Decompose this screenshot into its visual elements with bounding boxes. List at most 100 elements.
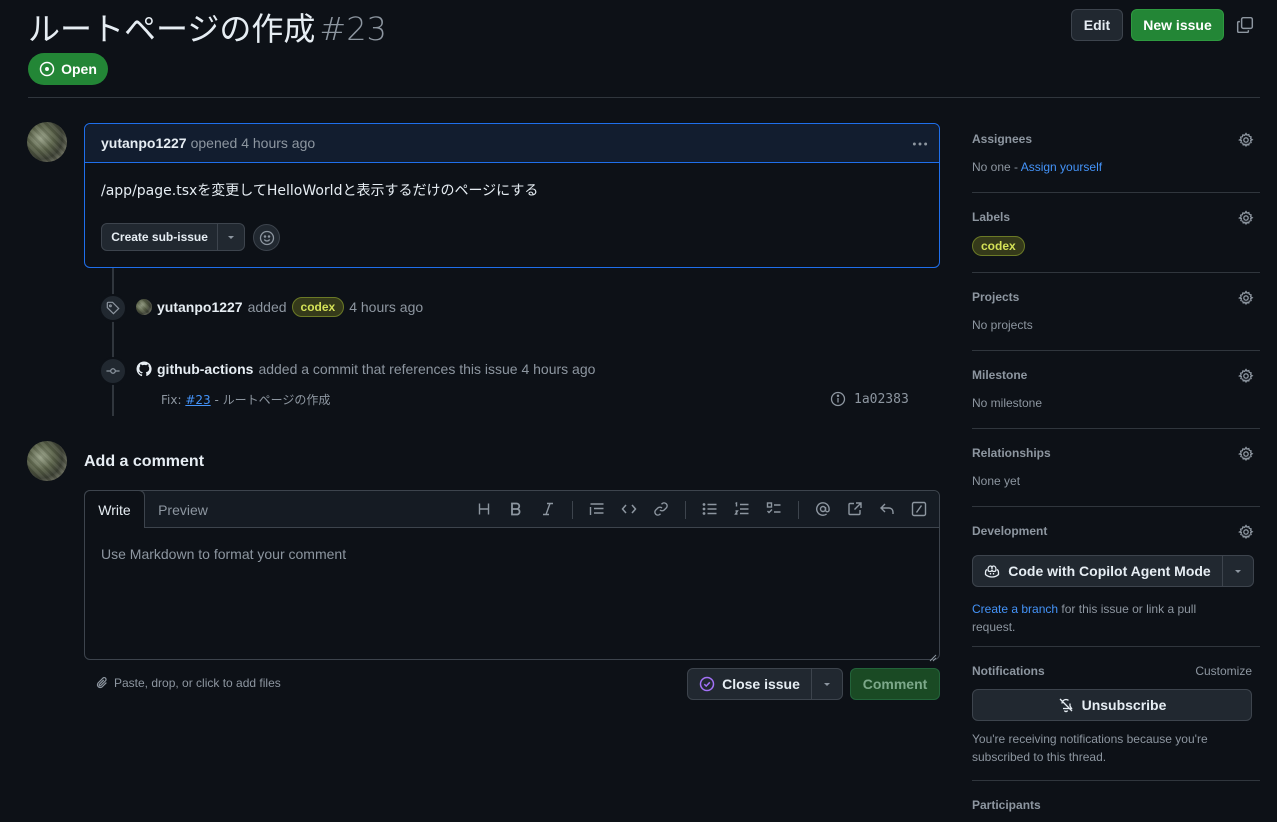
cross-reference-icon[interactable] bbox=[846, 500, 864, 518]
commit-sha[interactable]: 1a02383 bbox=[854, 392, 909, 407]
attach-files[interactable]: Paste, drop, or click to add files bbox=[95, 676, 281, 690]
commit-icon bbox=[99, 357, 127, 385]
tag-icon bbox=[99, 294, 127, 322]
sidebar-heading: Labels bbox=[972, 210, 1011, 224]
ordered-list-icon[interactable] bbox=[733, 500, 751, 518]
copy-link-icon[interactable] bbox=[1236, 16, 1254, 34]
slash-commands-icon[interactable] bbox=[910, 500, 928, 518]
sidebar-divider bbox=[972, 646, 1260, 647]
sidebar-heading: Assignees bbox=[972, 132, 1033, 146]
gear-icon[interactable] bbox=[1238, 524, 1254, 540]
issue-comment: yutanpo1227 opened 4 hours ago /app/page… bbox=[84, 123, 940, 268]
paperclip-icon bbox=[96, 677, 107, 689]
event-author[interactable]: github-actions bbox=[157, 361, 253, 377]
label-event: yutanpo1227 added codex 4 hours ago bbox=[136, 297, 423, 317]
unsubscribe-button[interactable]: Unsubscribe bbox=[972, 689, 1252, 721]
create-branch-link[interactable]: Create a branch bbox=[972, 602, 1058, 616]
close-issue-label[interactable]: Close issue bbox=[722, 676, 800, 692]
event-action: added a commit that references this issu… bbox=[258, 361, 596, 377]
bold-icon[interactable] bbox=[507, 500, 525, 518]
sidebar-projects: Projects No projects bbox=[972, 290, 1260, 332]
copilot-label[interactable]: Code with Copilot Agent Mode bbox=[1008, 563, 1210, 579]
attach-label[interactable]: Paste, drop, or click to add files bbox=[114, 676, 281, 690]
chevron-down-icon[interactable] bbox=[812, 669, 842, 699]
github-mark-icon bbox=[136, 361, 152, 377]
task-list-icon[interactable] bbox=[765, 500, 783, 518]
label-codex[interactable]: codex bbox=[291, 297, 345, 317]
issue-link[interactable]: #23 bbox=[185, 393, 210, 407]
new-issue-button[interactable]: New issue bbox=[1131, 9, 1224, 41]
heading-icon[interactable] bbox=[475, 500, 493, 518]
quote-icon[interactable] bbox=[588, 500, 606, 518]
unordered-list-icon[interactable] bbox=[701, 500, 719, 518]
resize-handle-icon[interactable] bbox=[929, 649, 937, 662]
issue-title-text: ルートページの作成 bbox=[28, 10, 316, 48]
copilot-agent-button[interactable]: Code with Copilot Agent Mode bbox=[972, 555, 1254, 587]
italic-icon[interactable] bbox=[539, 500, 557, 518]
milestone-value: No milestone bbox=[972, 396, 1043, 410]
comment-body: /app/page.tsxを変更してHelloWorldと表示するだけのページに… bbox=[101, 183, 539, 199]
unsubscribe-label[interactable]: Unsubscribe bbox=[1082, 697, 1167, 713]
create-sub-issue-button[interactable]: Create sub-issue bbox=[101, 223, 245, 251]
edit-button[interactable]: Edit bbox=[1071, 9, 1123, 41]
sidebar-development: Development bbox=[972, 524, 1260, 540]
reply-icon[interactable] bbox=[878, 500, 896, 518]
copilot-icon bbox=[985, 565, 1000, 578]
gear-icon[interactable] bbox=[1238, 210, 1254, 226]
sidebar-labels: Labels codex bbox=[972, 210, 1260, 256]
mention-icon[interactable] bbox=[814, 500, 832, 518]
chevron-down-icon[interactable] bbox=[1223, 556, 1253, 586]
avatar[interactable] bbox=[27, 122, 67, 162]
event-author[interactable]: yutanpo1227 bbox=[157, 299, 243, 315]
kebab-menu-icon[interactable] bbox=[911, 135, 929, 153]
sidebar-milestone: Milestone No milestone bbox=[972, 368, 1260, 410]
status-badge: Open bbox=[28, 53, 108, 85]
customize-link[interactable]: Customize bbox=[1195, 664, 1252, 678]
comment-author[interactable]: yutanpo1227 bbox=[101, 135, 187, 151]
create-sub-issue-label[interactable]: Create sub-issue bbox=[102, 224, 219, 250]
close-issue-main[interactable]: Close issue bbox=[688, 669, 812, 699]
gear-icon[interactable] bbox=[1238, 368, 1254, 384]
sidebar-divider bbox=[972, 192, 1260, 193]
smiley-icon[interactable] bbox=[253, 224, 280, 251]
avatar[interactable] bbox=[27, 441, 67, 481]
development-text: Create a branch for this issue or link a… bbox=[972, 600, 1242, 636]
event-time: 4 hours ago bbox=[349, 299, 424, 315]
copilot-agent-main[interactable]: Code with Copilot Agent Mode bbox=[973, 556, 1223, 586]
sidebar-heading: Development bbox=[972, 524, 1048, 538]
event-action: added bbox=[247, 299, 287, 315]
gear-icon[interactable] bbox=[1238, 446, 1254, 462]
comment-button[interactable]: Comment bbox=[850, 668, 940, 700]
sidebar-notifications: Notifications Customize bbox=[972, 664, 1260, 678]
tab-write[interactable]: Write bbox=[84, 490, 145, 528]
commit-event: github-actions added a commit that refer… bbox=[136, 361, 595, 377]
gear-icon[interactable] bbox=[1238, 132, 1254, 148]
sidebar-participants: Participants bbox=[972, 798, 1260, 812]
sidebar-divider bbox=[972, 506, 1260, 507]
commit-prefix: Fix: bbox=[161, 393, 182, 407]
avatar[interactable] bbox=[136, 299, 152, 315]
sidebar-heading: Projects bbox=[972, 290, 1020, 304]
issue-number: #23 bbox=[319, 10, 387, 48]
assign-yourself-link[interactable]: Assign yourself bbox=[1021, 160, 1102, 174]
sidebar-assignees: Assignees No one - Assign yourself bbox=[972, 132, 1260, 174]
comment-editor: Write Preview Use Markdown to format you… bbox=[84, 490, 940, 662]
link-icon[interactable] bbox=[652, 500, 670, 518]
timeline-line bbox=[112, 268, 114, 416]
sidebar-heading: Relationships bbox=[972, 446, 1051, 460]
close-issue-button[interactable]: Close issue bbox=[687, 668, 843, 700]
info-icon[interactable] bbox=[830, 391, 846, 407]
sidebar-divider bbox=[972, 780, 1260, 781]
sidebar-heading: Milestone bbox=[972, 368, 1028, 382]
issue-title: ルートページの作成 #23 bbox=[28, 4, 387, 50]
label-codex[interactable]: codex bbox=[972, 236, 1025, 256]
comment-textarea[interactable]: Use Markdown to format your comment bbox=[101, 546, 346, 562]
code-icon[interactable] bbox=[620, 500, 638, 518]
commit-sha-row: 1a02383 bbox=[830, 391, 909, 407]
tab-preview[interactable]: Preview bbox=[145, 491, 221, 528]
gear-icon[interactable] bbox=[1238, 290, 1254, 306]
chevron-down-icon[interactable] bbox=[218, 224, 244, 250]
sidebar-divider bbox=[972, 272, 1260, 273]
commit-message: Fix: #23 - ルートページの作成 bbox=[161, 391, 330, 408]
sidebar-relationships: Relationships None yet bbox=[972, 446, 1260, 488]
